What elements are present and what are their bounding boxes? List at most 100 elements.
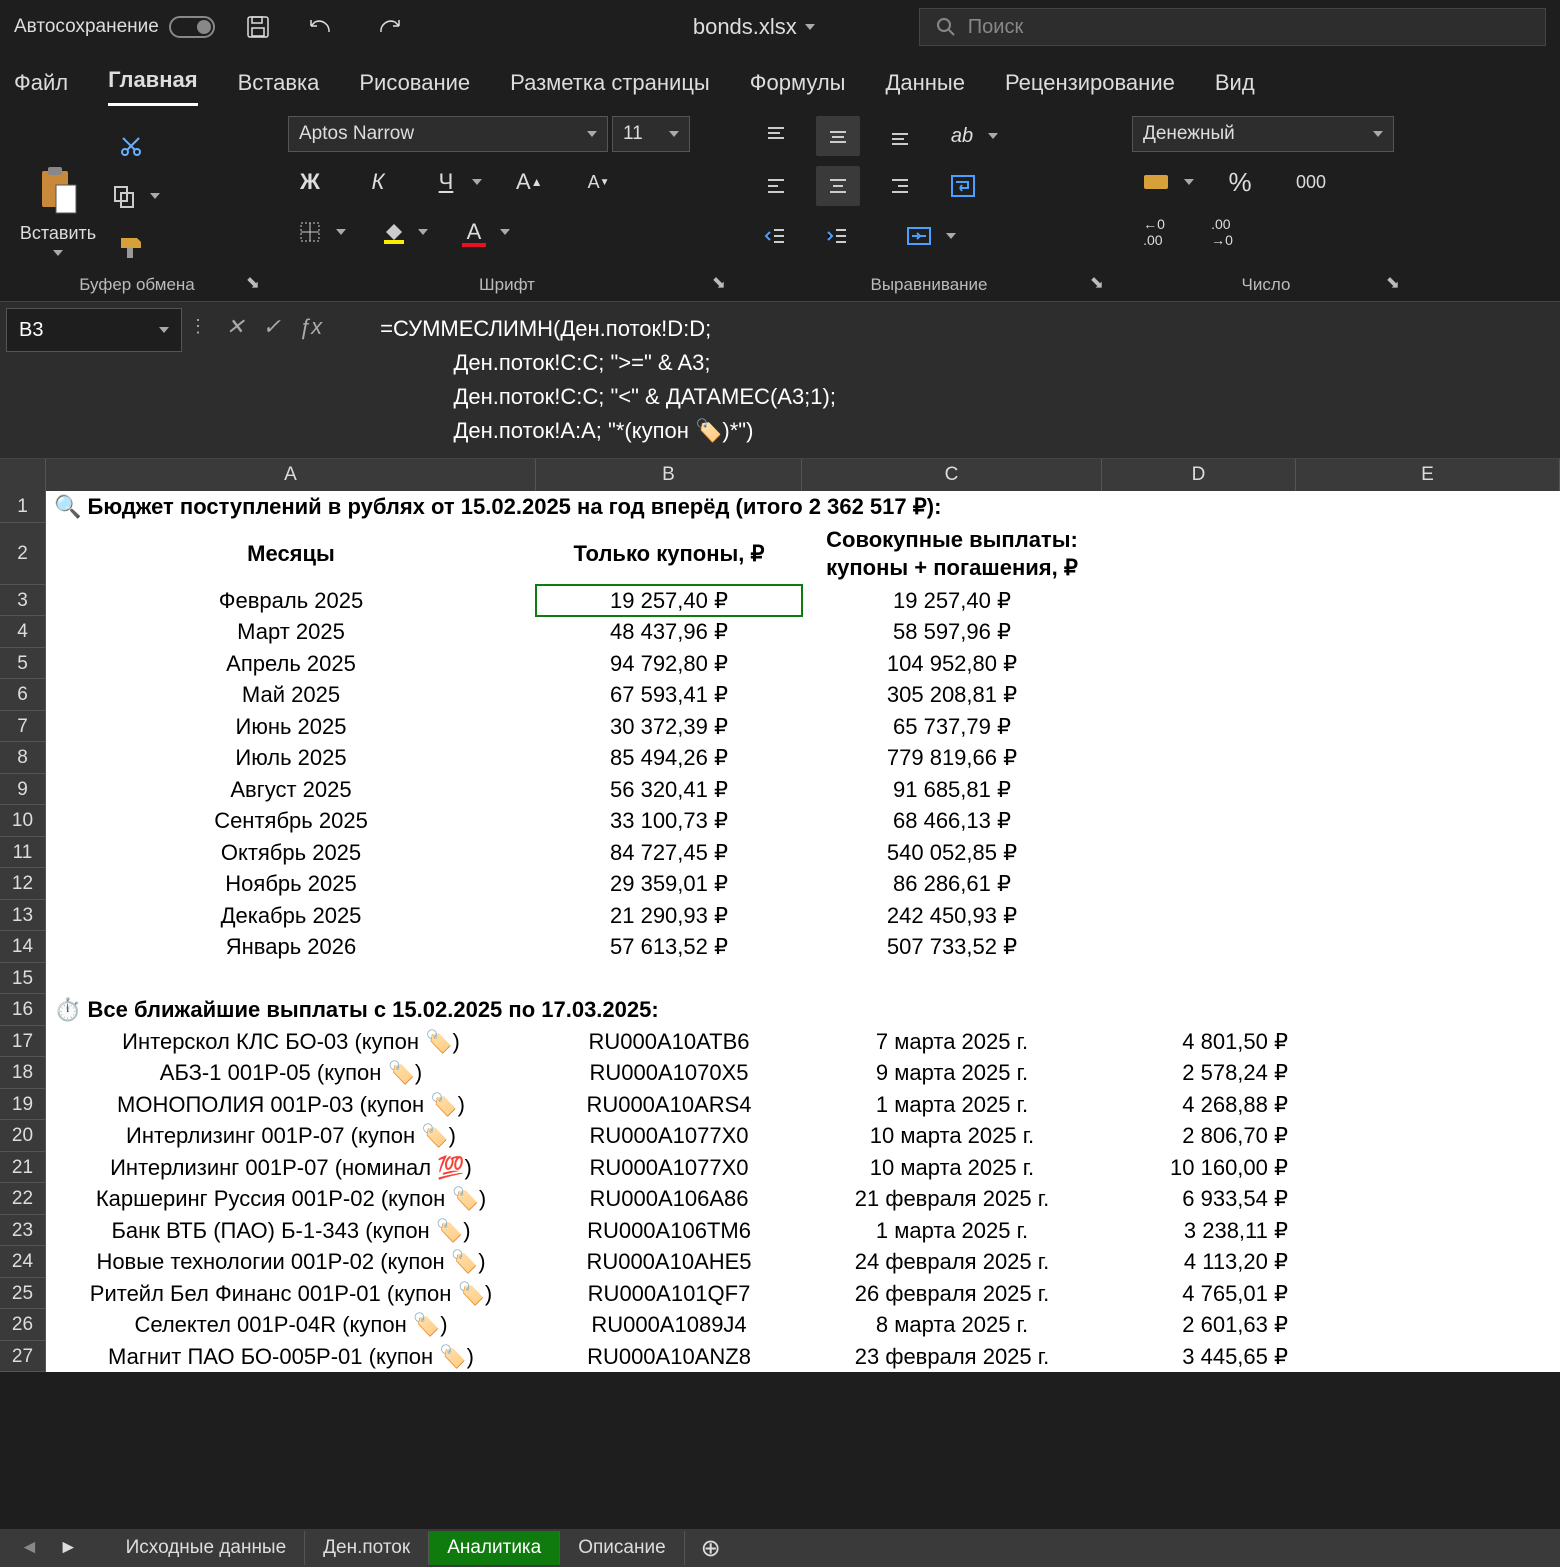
cell[interactable]: Ноябрь 2025	[46, 868, 536, 900]
cell[interactable]: 4 268,88 ₽	[1102, 1089, 1296, 1121]
row-header[interactable]: 4	[0, 616, 46, 648]
cell[interactable]: 3 238,11 ₽	[1102, 1215, 1296, 1247]
font-name-combo[interactable]: Aptos Narrow	[288, 116, 608, 152]
autosave-toggle[interactable]: Автосохранение	[14, 16, 215, 38]
cell[interactable]: 58 597,96 ₽	[802, 616, 1102, 648]
row-header[interactable]: 21	[0, 1152, 46, 1184]
sheet-tab-3[interactable]: Описание	[560, 1531, 684, 1565]
cell[interactable]	[1296, 900, 1560, 932]
row-header[interactable]: 9	[0, 774, 46, 806]
cell[interactable]: Интерлизинг 001Р-07 (купон 🏷️)	[46, 1120, 536, 1152]
cell[interactable]: ⏱️ Все ближайшие выплаты с 15.02.2025 по…	[46, 994, 536, 1026]
cell[interactable]: 104 952,80 ₽	[802, 648, 1102, 680]
cell[interactable]	[1296, 742, 1560, 774]
cell[interactable]: Банк ВТБ (ПАО) Б-1-343 (купон 🏷️)	[46, 1215, 536, 1247]
chevron-down-icon[interactable]	[1184, 179, 1194, 185]
cell[interactable]: Ритейл Бел Финанс 001Р-01 (купон 🏷️)	[46, 1278, 536, 1310]
row-header[interactable]: 17	[0, 1026, 46, 1058]
cell[interactable]	[1296, 1057, 1560, 1089]
dialog-launcher-icon[interactable]: ⬊	[246, 273, 260, 293]
cell[interactable]: RU000A10ATB6	[536, 1026, 802, 1058]
tab-review[interactable]: Рецензирование	[1005, 70, 1175, 106]
cell[interactable]	[1296, 1246, 1560, 1278]
row-header[interactable]: 10	[0, 805, 46, 837]
cell[interactable]: Май 2025	[46, 679, 536, 711]
cell[interactable]	[1296, 805, 1560, 837]
fx-button[interactable]: ƒx	[299, 314, 322, 340]
merge-cells-button[interactable]	[896, 216, 942, 256]
row-header[interactable]: 1	[0, 491, 46, 523]
row-header[interactable]: 26	[0, 1309, 46, 1341]
row-header[interactable]: 22	[0, 1183, 46, 1215]
row-header[interactable]: 5	[0, 648, 46, 680]
cell[interactable]	[1296, 491, 1560, 523]
cell[interactable]: 2 601,63 ₽	[1102, 1309, 1296, 1341]
align-middle-button[interactable]	[816, 116, 860, 156]
cell[interactable]: Месяцы	[46, 523, 536, 585]
cell[interactable]: RU000A1089J4	[536, 1309, 802, 1341]
cell[interactable]: RU000A1077X0	[536, 1120, 802, 1152]
cell[interactable]: RU000A106TM6	[536, 1215, 802, 1247]
cell[interactable]: 1 марта 2025 г.	[802, 1089, 1102, 1121]
cell[interactable]	[1102, 994, 1296, 1026]
cell[interactable]: Декабрь 2025	[46, 900, 536, 932]
cell[interactable]: 29 359,01 ₽	[536, 868, 802, 900]
cell[interactable]	[1296, 1278, 1560, 1310]
decrease-indent-button[interactable]	[754, 216, 798, 256]
row-header[interactable]: 14	[0, 931, 46, 963]
cell[interactable]: 19 257,40 ₽	[536, 585, 802, 617]
cell[interactable]: Только купоны, ₽	[536, 523, 802, 585]
cell[interactable]	[1102, 963, 1296, 995]
cell[interactable]: 85 494,26 ₽	[536, 742, 802, 774]
cell[interactable]	[1102, 742, 1296, 774]
sheet-tab-0[interactable]: Исходные данные	[108, 1531, 306, 1565]
row-header[interactable]: 23	[0, 1215, 46, 1247]
col-header-A[interactable]: A	[46, 459, 536, 491]
cell[interactable]: 33 100,73 ₽	[536, 805, 802, 837]
cell[interactable]: Новые технологии 001Р-02 (купон 🏷️)	[46, 1246, 536, 1278]
cell[interactable]	[1296, 1309, 1560, 1341]
cell[interactable]: 9 марта 2025 г.	[802, 1057, 1102, 1089]
dialog-launcher-icon[interactable]: ⬊	[712, 273, 726, 293]
cell[interactable]: 8 марта 2025 г.	[802, 1309, 1102, 1341]
col-header-C[interactable]: C	[802, 459, 1102, 491]
orientation-button[interactable]: ab	[940, 116, 984, 156]
chevron-down-icon[interactable]	[500, 229, 510, 235]
cell[interactable]: Селектел 001Р-04R (купон 🏷️)	[46, 1309, 536, 1341]
cell[interactable]	[46, 963, 536, 995]
cell[interactable]: RU000A10ANZ8	[536, 1341, 802, 1373]
cell[interactable]: Январь 2026	[46, 931, 536, 963]
cell[interactable]: Магнит ПАО БО-005Р-01 (купон 🏷️)	[46, 1341, 536, 1373]
col-header-E[interactable]: E	[1296, 459, 1560, 491]
cell[interactable]	[1296, 1120, 1560, 1152]
undo-button[interactable]	[301, 8, 343, 46]
cell[interactable]	[1296, 648, 1560, 680]
cell[interactable]: 84 727,45 ₽	[536, 837, 802, 869]
cell[interactable]: 65 737,79 ₽	[802, 711, 1102, 743]
cell[interactable]: АБЗ-1 001Р-05 (купон 🏷️)	[46, 1057, 536, 1089]
cell[interactable]: 26 февраля 2025 г.	[802, 1278, 1102, 1310]
cell[interactable]: 91 685,81 ₽	[802, 774, 1102, 806]
underline-button[interactable]: Ч	[424, 162, 468, 202]
align-right-button[interactable]	[878, 166, 922, 206]
row-header[interactable]: 13	[0, 900, 46, 932]
cell[interactable]	[1102, 900, 1296, 932]
tab-page-layout[interactable]: Разметка страницы	[510, 70, 710, 106]
cell[interactable]: RU000A10ARS4	[536, 1089, 802, 1121]
cell[interactable]: Интерскол КЛС БО-03 (купон 🏷️)	[46, 1026, 536, 1058]
cell[interactable]: 🔍 Бюджет поступлений в рублях от 15.02.2…	[46, 491, 536, 523]
cell[interactable]	[1296, 585, 1560, 617]
copy-button[interactable]	[102, 176, 146, 216]
cell[interactable]	[1296, 931, 1560, 963]
bold-button[interactable]: Ж	[288, 162, 332, 202]
cell[interactable]: 6 933,54 ₽	[1102, 1183, 1296, 1215]
cell[interactable]: Каршеринг Руссия 001Р-02 (купон 🏷️)	[46, 1183, 536, 1215]
cell[interactable]: 4 801,50 ₽	[1102, 1026, 1296, 1058]
cell[interactable]: RU000A101QF7	[536, 1278, 802, 1310]
cell[interactable]: 21 февраля 2025 г.	[802, 1183, 1102, 1215]
sheet-tab-1[interactable]: Ден.поток	[305, 1531, 429, 1565]
name-box[interactable]: B3	[6, 308, 182, 352]
cell[interactable]: 67 593,41 ₽	[536, 679, 802, 711]
cell[interactable]: Июнь 2025	[46, 711, 536, 743]
tab-draw[interactable]: Рисование	[359, 70, 470, 106]
